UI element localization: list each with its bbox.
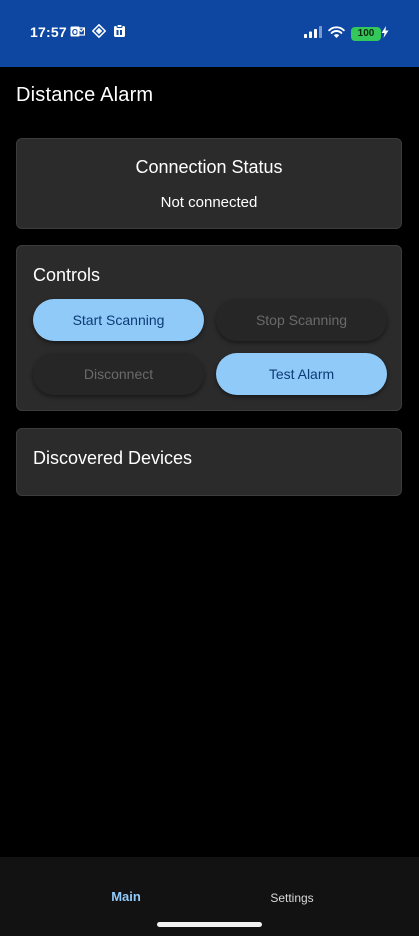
- home-indicator[interactable]: [157, 922, 262, 927]
- mail-icon: O: [70, 25, 85, 38]
- cellular-signal-icon: [304, 25, 322, 43]
- controls-title: Controls: [33, 265, 101, 285]
- connection-status-value: Not connected: [160, 194, 258, 211]
- test-alarm-button[interactable]: Test Alarm: [216, 353, 387, 395]
- wifi-icon: [328, 25, 345, 43]
- status-time: 17:57: [30, 24, 67, 40]
- page-title: Distance Alarm: [16, 84, 154, 106]
- svg-text:O: O: [72, 28, 78, 37]
- discovered-devices-card: Discovered Devices: [16, 428, 402, 496]
- status-bar: 17:57 O 100: [0, 0, 419, 67]
- connection-status-card: Connection Status Not connected: [16, 138, 402, 229]
- discovered-devices-title: Discovered Devices: [33, 448, 193, 468]
- connection-status-title: Connection Status: [135, 157, 283, 177]
- controls-card: Controls Start Scanning Stop Scanning Di…: [16, 245, 402, 411]
- status-left-icons: O: [70, 24, 126, 38]
- clipboard-icon: [113, 24, 126, 38]
- location-diamond-icon: [92, 24, 106, 38]
- start-scanning-button[interactable]: Start Scanning: [33, 299, 204, 341]
- tab-main[interactable]: Main: [66, 889, 186, 904]
- status-right-icons: 100: [304, 25, 389, 43]
- battery-icon: 100: [351, 27, 381, 41]
- disconnect-button[interactable]: Disconnect: [33, 353, 204, 395]
- stop-scanning-button[interactable]: Stop Scanning: [216, 299, 387, 341]
- charging-bolt-icon: [381, 25, 389, 43]
- tab-settings[interactable]: Settings: [232, 891, 352, 905]
